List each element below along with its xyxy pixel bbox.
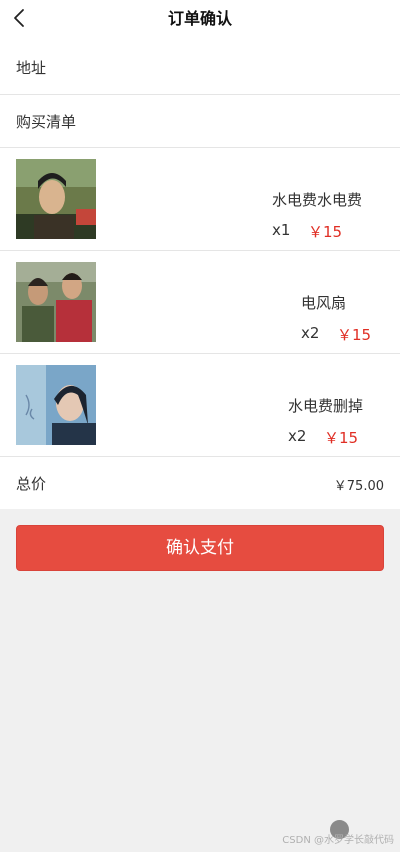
order-confirm-page: 订单确认 地址 购买清单 水电费水电费 x1 ￥15 电风扇 x2 ￥15 水电… [0,0,400,852]
cart-label: 购买清单 [16,113,77,131]
page-title: 订单确认 [167,9,232,28]
watermark: CSDN @水罗学长敲代码 [282,835,394,846]
cart-item[interactable]: 水电费删掉 x2 ￥15 [0,354,400,457]
item-name: 水电费删掉 [288,397,364,415]
nav-bar: 订单确认 [0,0,400,41]
product-image [16,262,96,342]
item-price: ￥15 [337,326,372,344]
address-row[interactable]: 地址 [0,41,400,95]
total-row: 总价 ￥75.00 [0,457,400,509]
address-label: 地址 [16,59,47,77]
total-label: 总价 [16,475,47,493]
product-image [16,159,96,239]
cart-item[interactable]: 电风扇 x2 ￥15 [0,251,400,354]
item-quantity: x1 [272,221,291,239]
product-image [16,365,96,445]
cart-item[interactable]: 水电费水电费 x1 ￥15 [0,148,400,251]
item-name: 电风扇 [301,294,347,312]
confirm-pay-button[interactable]: 确认支付 [16,525,384,571]
item-quantity: x2 [288,427,307,445]
item-price: ￥15 [324,429,359,447]
cart-title-row: 购买清单 [0,95,400,148]
item-name: 水电费水电费 [272,191,363,209]
item-price: ￥15 [308,223,343,241]
total-price: ￥75.00 [333,479,384,494]
item-quantity: x2 [301,324,320,342]
